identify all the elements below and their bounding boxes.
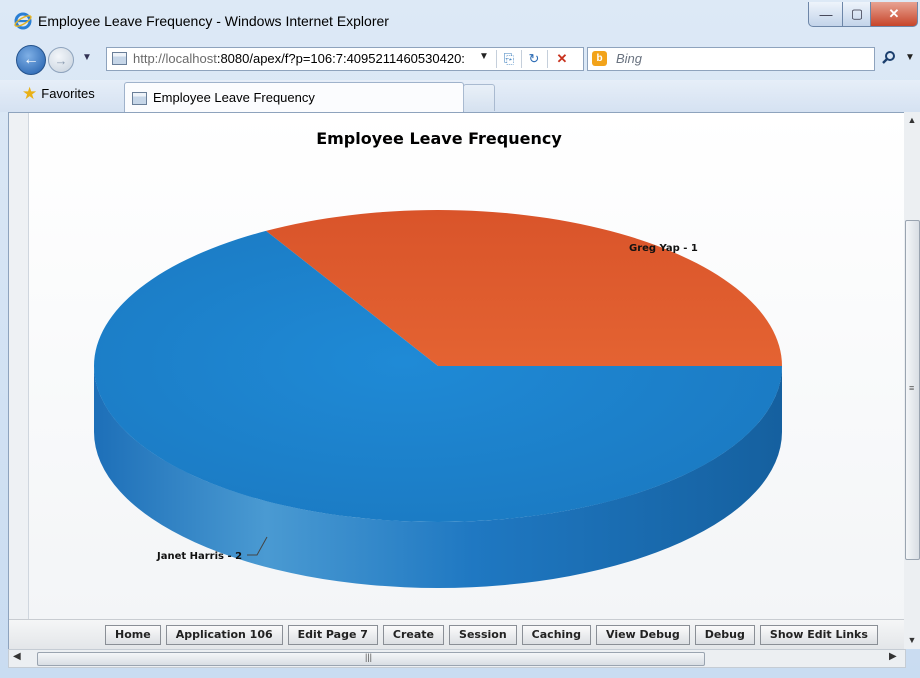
chart-title: Employee Leave Frequency <box>316 129 562 148</box>
url-scheme-host: http://localhost <box>133 51 217 66</box>
page-icon <box>112 52 127 65</box>
dev-button-show-edit-links[interactable]: Show Edit Links <box>759 625 878 645</box>
new-tab-button[interactable] <box>463 84 495 111</box>
favorites-bar: ★ Favorites Employee Leave Frequency <box>0 80 920 113</box>
search-box[interactable]: b Bing <box>587 47 875 71</box>
page-icon <box>132 92 147 105</box>
dev-button-caching[interactable]: Caching <box>521 625 591 645</box>
compatibility-view-icon[interactable]: ⎘ <box>500 50 518 68</box>
minimize-button[interactable]: — <box>808 2 844 27</box>
scroll-right-arrow-icon[interactable]: ▶ <box>889 651 897 662</box>
search-icon[interactable] <box>882 50 896 64</box>
developer-toolbar-buttons: Home Application 106 Edit Page 7 Create Sess… <box>105 625 878 645</box>
back-button[interactable]: ← <box>16 45 46 75</box>
internet-explorer-icon <box>14 12 32 30</box>
address-dropdown-icon[interactable]: ▼ <box>479 51 489 62</box>
title-bar: Employee Leave Frequency - Windows Inter… <box>0 0 920 40</box>
favorites-label: Favorites <box>41 86 95 101</box>
bing-icon: b <box>592 51 607 66</box>
dev-button-application-106[interactable]: Application 106 <box>165 625 283 645</box>
horizontal-scrollbar[interactable]: ◀ ||| ▶ <box>8 649 906 668</box>
stop-icon[interactable]: ✕ <box>553 50 571 68</box>
slice-label-greg-yap: Greg Yap - 1 <box>629 243 698 254</box>
page-content: Greg Yap - 1 Janet Harris - 2 Employee Le… <box>8 112 906 651</box>
vertical-scrollbar[interactable]: ▲ ≡ ▼ <box>904 112 920 649</box>
tab-employee-leave-frequency[interactable]: Employee Leave Frequency <box>124 82 464 113</box>
forward-button[interactable]: → <box>48 47 74 73</box>
search-options-dropdown-icon[interactable]: ▼ <box>905 52 915 63</box>
slice-label-janet-harris: Janet Harris - 2 <box>156 551 242 562</box>
dev-button-home[interactable]: Home <box>105 625 161 645</box>
dev-button-create[interactable]: Create <box>382 625 445 645</box>
tab-label: Employee Leave Frequency <box>153 90 315 105</box>
grip-icon: ||| <box>365 652 373 662</box>
grip-icon: ≡ <box>909 383 915 393</box>
dev-button-session[interactable]: Session <box>449 625 517 645</box>
url-path: :8080/apex/f?p=106:7:4095211460530420: <box>216 51 465 66</box>
dev-button-view-debug[interactable]: View Debug <box>596 625 690 645</box>
favorites-button[interactable]: ★ Favorites <box>22 83 95 103</box>
divider <box>547 50 548 68</box>
dev-button-edit-page-7[interactable]: Edit Page 7 <box>287 625 378 645</box>
window-title: Employee Leave Frequency - Windows Inter… <box>38 13 389 29</box>
horizontal-scroll-thumb[interactable]: ||| <box>37 652 705 666</box>
maximize-button[interactable]: ▢ <box>842 2 872 27</box>
navigation-bar: ← → ▼ http://localhost:8080/apex/f?p=106… <box>0 40 920 78</box>
recent-pages-dropdown-icon[interactable]: ▼ <box>82 52 92 63</box>
browser-window: Employee Leave Frequency - Windows Inter… <box>0 0 920 678</box>
scroll-down-arrow-icon[interactable]: ▼ <box>904 632 920 648</box>
chart-region: Greg Yap - 1 Janet Harris - 2 Employee Le… <box>29 113 905 619</box>
star-icon: ★ <box>22 83 38 103</box>
vertical-scroll-thumb[interactable]: ≡ <box>905 220 920 560</box>
divider <box>496 50 497 68</box>
address-url[interactable]: http://localhost:8080/apex/f?p=106:7:409… <box>133 51 465 66</box>
refresh-icon[interactable]: ↻ <box>525 50 543 68</box>
pie-chart: Greg Yap - 1 Janet Harris - 2 <box>94 210 782 588</box>
dev-button-debug[interactable]: Debug <box>694 625 755 645</box>
left-margin <box>9 113 29 650</box>
search-placeholder[interactable]: Bing <box>616 51 642 66</box>
scroll-up-arrow-icon[interactable]: ▲ <box>904 112 920 128</box>
divider <box>521 50 522 68</box>
scroll-left-arrow-icon[interactable]: ◀ <box>13 651 21 662</box>
developer-toolbar: Home Application 106 Edit Page 7 Create Sess… <box>9 619 905 650</box>
close-button[interactable]: ✕ <box>870 2 918 27</box>
address-bar[interactable]: http://localhost:8080/apex/f?p=106:7:409… <box>106 47 584 71</box>
